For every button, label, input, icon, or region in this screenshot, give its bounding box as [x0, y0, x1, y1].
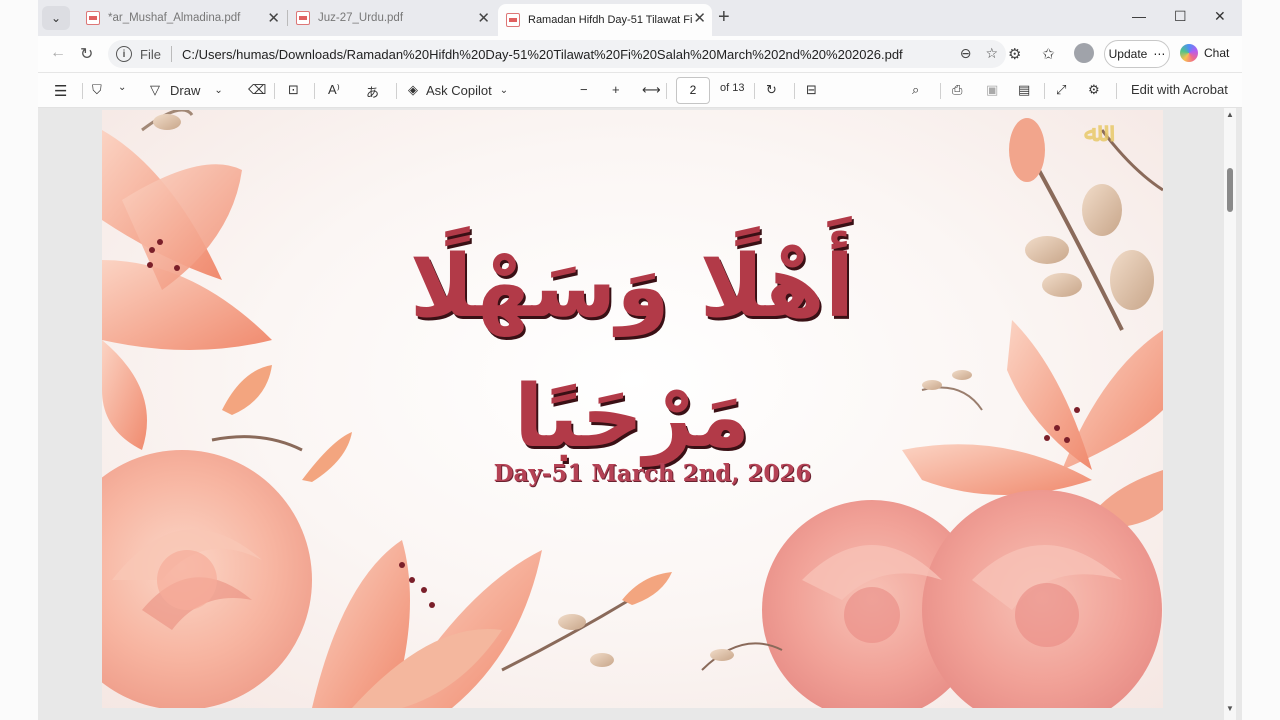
more-dots-icon: ⋯	[1153, 47, 1166, 61]
ask-copilot-label: Ask Copilot	[426, 82, 492, 98]
desktop-left-edge	[0, 0, 38, 720]
maximize-icon[interactable]: ☐	[1174, 8, 1187, 25]
zoom-out-magnifier-icon[interactable]: ⊖	[960, 45, 972, 62]
edit-with-acrobat-button[interactable]: Edit with Acrobat	[1131, 82, 1228, 97]
address-divider	[170, 46, 172, 62]
save-as-icon[interactable]: ▤	[1018, 82, 1030, 98]
tab-actions-menu-button[interactable]: ⌄	[42, 6, 70, 30]
toolbar-divider	[754, 83, 755, 99]
page-view-icon[interactable]: ⊟	[806, 82, 817, 98]
toolbar-divider	[794, 83, 795, 99]
refresh-icon[interactable]: ↻	[80, 44, 93, 64]
save-icon[interactable]: ▣	[986, 82, 998, 98]
toolbar-divider	[396, 83, 397, 99]
stems-top-right	[1009, 118, 1163, 331]
address-bar[interactable]: i File C:/Users/humas/Downloads/Ramadan%…	[108, 40, 1006, 68]
chevron-down-icon: ⌄	[499, 84, 509, 96]
copilot-chat-button[interactable]: Chat	[1180, 44, 1229, 62]
toolbar-divider	[1116, 83, 1117, 99]
scroll-up-arrow-icon[interactable]: ▲	[1226, 110, 1234, 119]
zoom-out-minus-icon[interactable]: −	[580, 82, 588, 97]
toolbar-divider	[940, 83, 941, 99]
page-number-input[interactable]: 2	[676, 77, 710, 104]
ask-copilot-button[interactable]: ◈ Ask Copilot ⌄	[408, 82, 508, 98]
chevron-down-icon[interactable]: ⌄	[118, 82, 126, 93]
favorites-list-icon[interactable]: ✩	[1042, 45, 1055, 63]
page-total: of 13	[720, 82, 745, 94]
favorite-star-icon[interactable]: ☆	[985, 45, 998, 62]
translate-icon[interactable]: あ	[366, 82, 379, 101]
tab-label: *ar_Mushaf_Almadina.pdf	[108, 12, 241, 24]
pdf-file-icon	[86, 11, 100, 25]
vertical-scrollbar[interactable]: ▲ ▼	[1224, 108, 1236, 720]
pdf-viewer-area[interactable]: ﷲ أَهْلًا وَسَهْلًا مَرْحَبًا Day-51 Mar…	[38, 108, 1242, 720]
read-aloud-icon[interactable]: A⁾	[328, 82, 340, 98]
zoom-in-plus-icon[interactable]: +	[612, 82, 620, 97]
pen-draw-icon: ▽	[150, 82, 160, 97]
lily-bottom-center	[312, 540, 542, 708]
toolbar-divider	[82, 83, 83, 99]
close-icon[interactable]: ✕	[693, 9, 706, 27]
logo-mark: ﷲ	[1084, 118, 1100, 148]
pdf-toolbar: ☰ ⛉ ⌄ ▽ Draw ⌄ ⌫ ⊡ A⁾ あ ◈ Ask Copilot ⌄ …	[38, 72, 1242, 108]
new-tab-plus-icon[interactable]: +	[718, 6, 730, 29]
close-icon[interactable]: ✕	[477, 9, 490, 27]
highlight-marker-icon[interactable]: ⛉	[92, 82, 102, 98]
extensions-puzzle-icon[interactable]: ⚙	[1008, 45, 1021, 63]
navigation-bar: ← ↻ i File C:/Users/humas/Downloads/Rama…	[38, 36, 1242, 72]
arabic-welcome-title: أَهْلًا وَسَهْلًا مَرْحَبًا	[409, 237, 855, 467]
minimize-icon[interactable]: —	[1132, 8, 1146, 24]
chevron-down-icon: ⌄	[214, 84, 223, 96]
toolbar-divider	[314, 83, 315, 99]
search-icon[interactable]: ⌕	[912, 82, 919, 98]
draw-label: Draw	[170, 82, 201, 98]
copilot-logo-icon	[1180, 44, 1198, 62]
rose-bottom-left	[102, 450, 312, 708]
text-box-icon[interactable]: ⊡	[288, 82, 299, 98]
close-window-icon[interactable]: ✕	[1214, 8, 1226, 25]
roses-bottom-right	[762, 490, 1162, 708]
browser-window: ⌄ *ar_Mushaf_Almadina.pdf ✕ Juz-27_Urdu.…	[38, 0, 1242, 720]
toolbar-divider	[666, 83, 667, 99]
chat-label: Chat	[1204, 46, 1230, 60]
scrollbar-thumb[interactable]	[1227, 168, 1233, 212]
copilot-icon: ◈	[408, 82, 418, 97]
day-date-heading: Day-51 March 2nd, 2026	[493, 460, 812, 487]
scroll-down-arrow-icon[interactable]: ▼	[1226, 704, 1234, 713]
desktop-right-edge	[1242, 0, 1280, 720]
tab-label: Juz-27_Urdu.pdf	[318, 12, 404, 24]
print-icon[interactable]: ⎙	[952, 82, 962, 98]
profile-avatar[interactable]	[1074, 43, 1094, 63]
contents-list-icon[interactable]: ☰	[54, 82, 67, 100]
info-icon[interactable]: i	[116, 46, 132, 62]
pdf-file-icon	[296, 11, 310, 25]
toolbar-divider	[274, 83, 275, 99]
update-button[interactable]: Update ⋯	[1104, 40, 1170, 68]
tab-juz-27[interactable]: Juz-27_Urdu.pdf ✕	[288, 4, 496, 32]
pdf-page: ﷲ أَهْلًا وَسَهْلًا مَرْحَبًا Day-51 Mar…	[102, 110, 1163, 708]
chevron-down-icon: ⌄	[50, 11, 62, 25]
tab-strip: ⌄ *ar_Mushaf_Almadina.pdf ✕ Juz-27_Urdu.…	[38, 0, 1242, 36]
eraser-icon[interactable]: ⌫	[248, 82, 266, 98]
draw-button[interactable]: ▽ Draw ⌄	[150, 82, 223, 98]
pdf-file-icon	[506, 13, 520, 27]
address-scheme: File	[140, 46, 161, 62]
close-icon[interactable]: ✕	[267, 9, 280, 27]
tab-label: Ramadan Hifdh Day-51 Tilawat Fi	[528, 14, 693, 26]
tab-ramadan-hifdh[interactable]: Ramadan Hifdh Day-51 Tilawat Fi ✕	[498, 4, 712, 36]
update-label: Update	[1108, 47, 1148, 61]
toolbar-divider	[1044, 83, 1045, 99]
rotate-icon[interactable]: ↻	[766, 82, 777, 98]
tab-ar-mushaf[interactable]: *ar_Mushaf_Almadina.pdf ✕	[78, 4, 286, 32]
address-url: C:/Users/humas/Downloads/Ramadan%20Hifdh…	[181, 46, 903, 62]
fit-width-icon[interactable]: ⟷	[642, 82, 661, 98]
fullscreen-expand-icon[interactable]: ⤢	[1056, 82, 1066, 98]
settings-gear-icon[interactable]: ⚙	[1088, 82, 1100, 98]
back-arrow-icon[interactable]: ←	[50, 44, 66, 62]
